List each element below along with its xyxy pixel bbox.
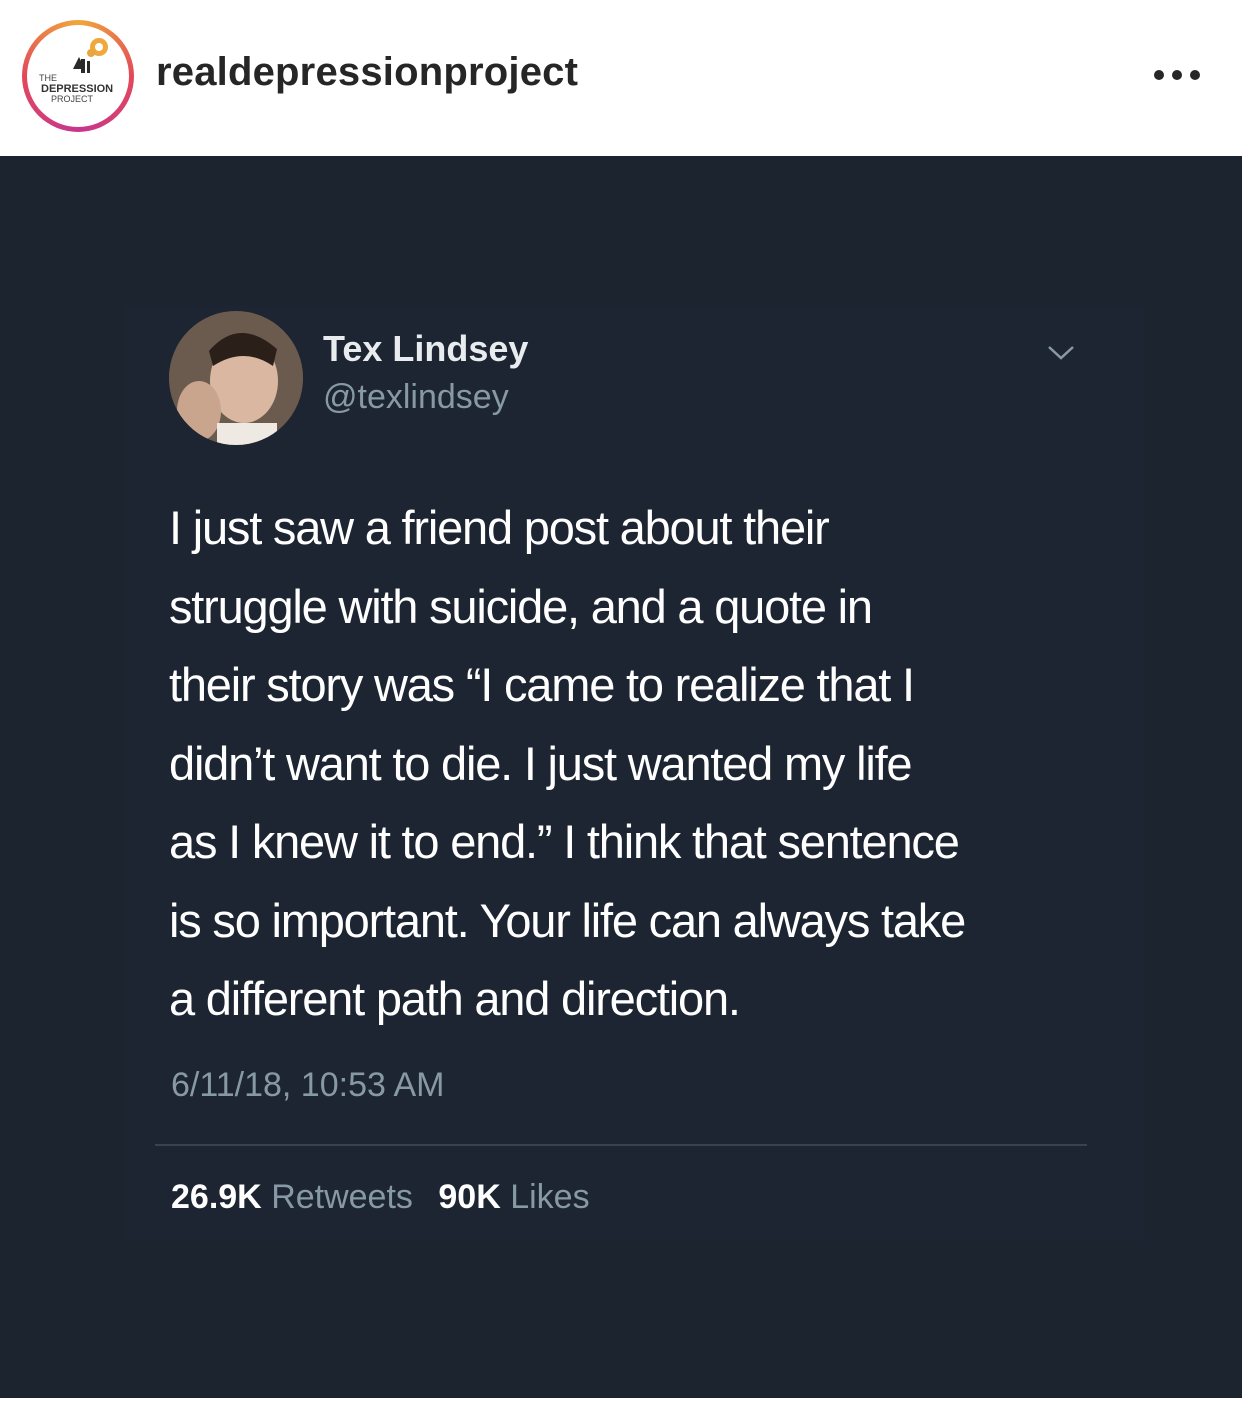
- likes-label: Likes: [510, 1178, 590, 1216]
- tweet-card: Tex Lindsey @texlindsey I just saw a fri…: [125, 306, 1145, 1241]
- more-horizontal-icon[interactable]: [1150, 65, 1204, 85]
- post-footer: [0, 1398, 1242, 1410]
- tweet-timestamp: 6/11/18, 10:53 AM: [171, 1066, 445, 1104]
- tweet-text-line: struggle with suicide, and a quote in: [169, 579, 873, 633]
- logo-text-project: PROJECT: [51, 94, 94, 104]
- tweet-text-line: I just saw a friend post about their: [169, 501, 830, 554]
- post-image[interactable]: Tex Lindsey @texlindsey I just saw a fri…: [0, 156, 1242, 1398]
- post-header: THE DEPRESSION PROJECT realdepressionpro…: [0, 0, 1242, 156]
- retweets-label: Retweets: [271, 1178, 413, 1216]
- retweets-stat[interactable]: 26.9K Retweets: [171, 1178, 413, 1216]
- retweets-count: 26.9K: [171, 1178, 262, 1216]
- tweet-author-avatar: [169, 311, 303, 445]
- tweet-text-line: a different path and direction.: [169, 972, 741, 1025]
- tweet-stats: 26.9K Retweets 90K Likes: [171, 1178, 606, 1217]
- likes-stat[interactable]: 90K Likes: [438, 1178, 589, 1216]
- logo-text-the: THE: [39, 73, 57, 83]
- account-username[interactable]: realdepressionproject: [156, 50, 578, 95]
- tweet-display-name[interactable]: Tex Lindsey: [323, 328, 528, 370]
- tweet-text-line: their story was “I came to realize that …: [169, 658, 915, 711]
- depression-project-logo-icon: THE DEPRESSION PROJECT: [39, 38, 113, 104]
- tweet-text: I just saw a friend post about their str…: [169, 489, 1109, 1039]
- avatar-logo: THE DEPRESSION PROJECT: [27, 25, 129, 127]
- divider: [155, 1144, 1087, 1146]
- tweet-text-line: didn’t want to die. I just wanted my lif…: [169, 736, 913, 790]
- tweet-text-line: as I knew it to end.” I think that sente…: [169, 815, 960, 868]
- chevron-down-icon[interactable]: [1045, 341, 1077, 365]
- tweet-handle[interactable]: @texlindsey: [323, 378, 509, 417]
- profile-avatar[interactable]: THE DEPRESSION PROJECT: [22, 20, 134, 132]
- tweet-text-line: is so important. Your life can always ta…: [169, 893, 966, 947]
- likes-count: 90K: [438, 1178, 501, 1216]
